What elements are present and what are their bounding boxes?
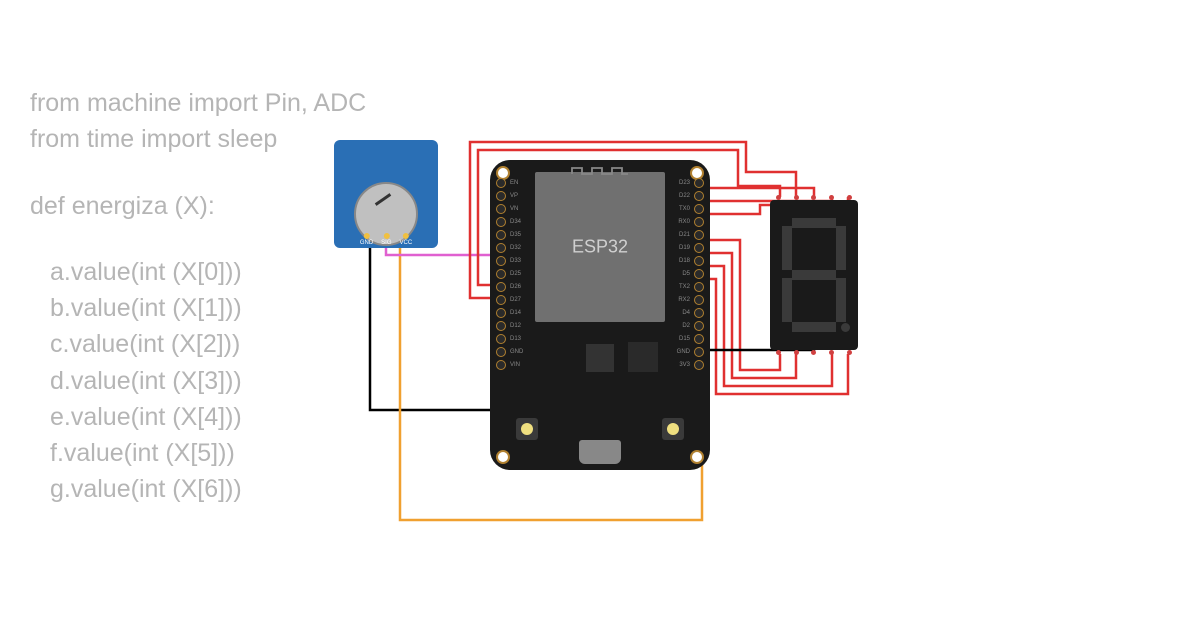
mount-hole (690, 450, 704, 464)
code-line: def energiza (X): (30, 188, 366, 224)
antenna-icon (570, 166, 630, 176)
segment-d (792, 322, 836, 332)
segment-c (836, 278, 846, 322)
code-body: a.value(int (X[0])) b.value(int (X[1])) … (30, 254, 366, 508)
code-line: a.value(int (X[0])) (50, 254, 366, 290)
enable-button[interactable] (662, 418, 684, 440)
segment-g (792, 270, 836, 280)
esp32-board[interactable]: ESP32 ENVPVND34D35D32D33D25D26D27D14D12D… (490, 160, 710, 470)
segment-digit (782, 218, 846, 332)
code-line: g.value(int (X[6])) (50, 471, 366, 507)
seg-pins-bottom (770, 350, 858, 355)
segment-e (782, 278, 792, 322)
boot-button[interactable] (516, 418, 538, 440)
micro-usb-icon (579, 440, 621, 464)
pin-gnd: GND (360, 233, 373, 246)
segment-dp (841, 323, 850, 332)
small-chip-icon (628, 342, 658, 372)
pin-row-right (694, 178, 704, 370)
pin-labels-right: D23D22TX0RX0D21D19D18D5TX2RX2D4D2D15GND3… (677, 178, 690, 370)
code-line: b.value(int (X[1])) (50, 290, 366, 326)
segment-f (782, 226, 792, 270)
code-block: from machine import Pin, ADC from time i… (30, 85, 366, 508)
potentiometer-pins: GND SIG VCC (360, 233, 412, 246)
code-line: from time import sleep (30, 121, 366, 157)
code-line: e.value(int (X[4])) (50, 399, 366, 435)
code-line: from machine import Pin, ADC (30, 85, 366, 121)
seven-segment-display[interactable] (770, 200, 858, 350)
mount-hole (496, 450, 510, 464)
potentiometer-module[interactable]: GND SIG VCC (334, 140, 438, 248)
seg-pins-top (770, 195, 858, 200)
pin-vcc: VCC (400, 233, 413, 246)
code-line: c.value(int (X[2])) (50, 326, 366, 362)
voltage-regulator-icon (586, 344, 614, 372)
code-line: d.value(int (X[3])) (50, 363, 366, 399)
esp32-label: ESP32 (572, 237, 628, 258)
pin-row-left (496, 178, 506, 370)
pin-labels-left: ENVPVND34D35D32D33D25D26D27D14D12D13GNDV… (510, 178, 523, 370)
code-line: f.value(int (X[5])) (50, 435, 366, 471)
segment-b (836, 226, 846, 270)
pin-sig: SIG (381, 233, 391, 246)
segment-a (792, 218, 836, 228)
esp32-shield: ESP32 (535, 172, 665, 322)
